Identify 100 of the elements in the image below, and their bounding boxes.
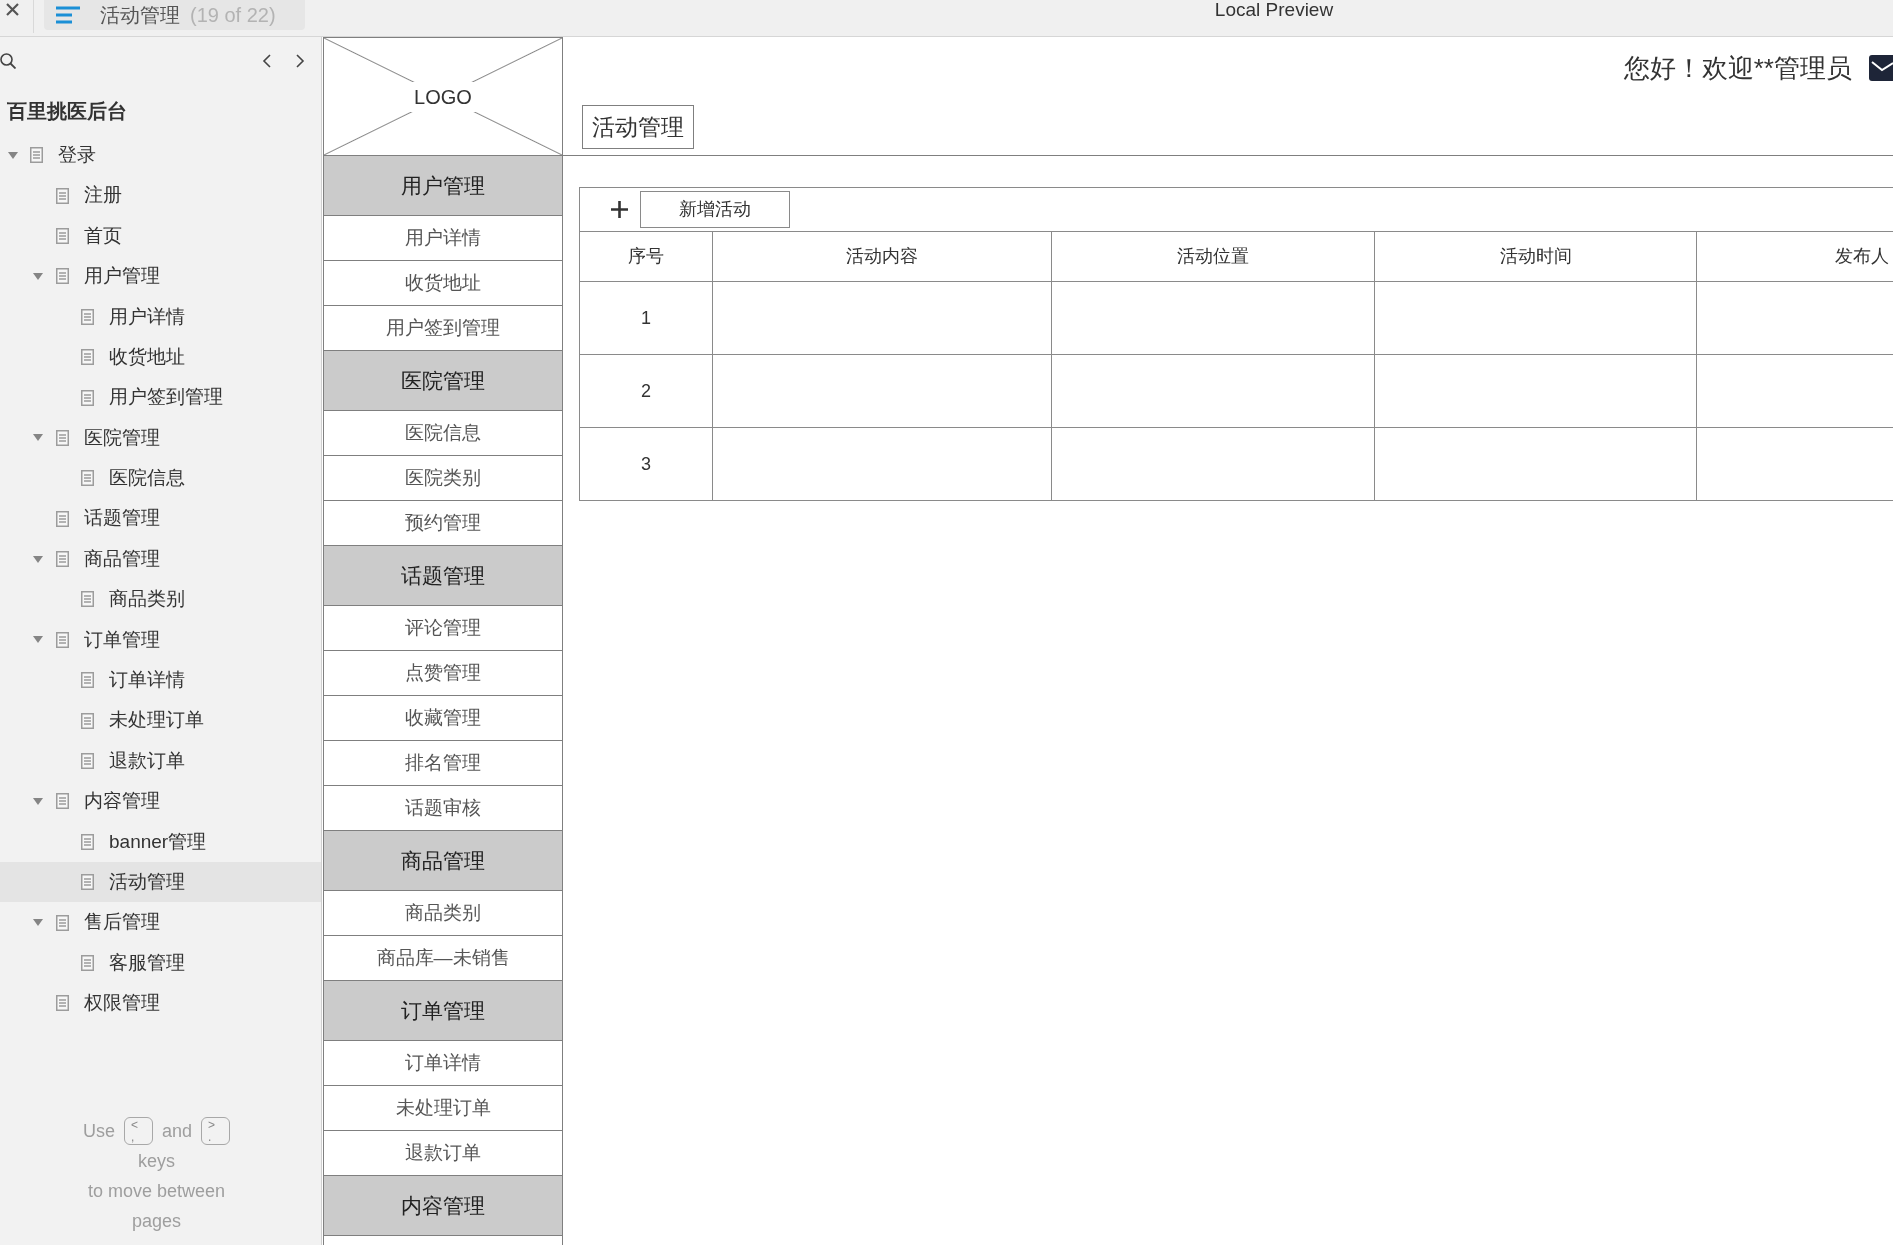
key-cap: > . [201,1117,231,1145]
hint-text: pages [131,1210,181,1233]
nav-item[interactable]: 收藏管理 [323,696,563,741]
page-icon [55,995,69,1012]
nav-item[interactable]: 预约管理 [323,501,563,546]
page-icon [55,268,69,285]
hint-text: Use [82,1120,115,1143]
nav-group-header[interactable]: 商品管理 [323,831,563,891]
tree-item[interactable]: 收货地址 [0,336,321,378]
nav-item[interactable]: 商品类别 [323,891,563,936]
page-icon [55,914,69,931]
column-header: 活动内容 [713,232,1052,282]
nav-item[interactable]: 收货地址 [323,261,563,306]
page-icon [55,187,69,204]
tree-item[interactable]: 内容管理 [0,781,321,822]
page-icon [81,389,94,406]
tree-item[interactable]: 首页 [0,215,321,257]
caret-down-icon[interactable] [33,797,43,805]
hint-text: and [162,1120,193,1143]
tree-item[interactable]: banner管理 [0,821,321,863]
search-icon[interactable] [0,53,16,69]
nav-item[interactable]: 用户详情 [323,216,563,261]
column-header: 活动位置 [1052,232,1375,282]
chevron-right-icon[interactable] [296,54,305,68]
page-icon [81,672,94,689]
nav-group-header[interactable]: 医院管理 [323,351,563,411]
column-header: 序号 [580,232,713,282]
nav-item[interactable]: 排名管理 [323,741,563,786]
nav-item[interactable]: 话题审核 [323,786,563,831]
add-activity-button[interactable]: 新增活动 [640,191,790,228]
tree-item[interactable]: 未处理订单 [0,700,321,741]
logo-label: LOGO [408,81,478,112]
tree-item[interactable]: 医院信息 [0,458,321,499]
caret-down-icon[interactable] [33,555,43,563]
tree-item[interactable]: 注册 [0,175,321,216]
tree-item[interactable]: 客服管理 [0,942,321,984]
column-header: 活动时间 [1375,232,1697,282]
nav-group-header[interactable]: 用户管理 [323,156,563,216]
close-icon[interactable] [6,3,19,16]
tree-item[interactable]: 话题管理 [0,498,321,539]
column-header: 发布人 [1697,232,1893,282]
page-icon [81,712,94,729]
nav-group-header[interactable]: 订单管理 [323,981,563,1041]
page-icon [55,227,69,244]
page-icon [81,874,94,891]
tree-item[interactable]: 权限管理 [0,983,321,1024]
table-cell: 3 [580,428,713,501]
nav-item[interactable]: 退款订单 [323,1131,563,1176]
page-icon [81,833,94,850]
key-cap: < , [124,1117,153,1145]
tree-item[interactable]: 订单详情 [0,660,321,701]
caret-down-icon[interactable] [33,636,43,644]
page-icon [81,349,94,366]
page-icon [81,308,94,325]
tree-item[interactable]: 登录 [0,135,321,176]
plus-icon[interactable] [611,201,628,218]
window-title: Local Preview [1214,0,1334,20]
nav-item[interactable]: 订单详情 [323,1041,563,1086]
caret-down-icon[interactable] [7,151,18,159]
nav-group-header[interactable]: 话题管理 [323,546,563,606]
caret-down-icon[interactable] [33,272,43,280]
chevron-left-icon[interactable] [262,54,271,68]
tree-item[interactable]: 退款订单 [0,740,321,782]
page-icon [81,591,94,608]
hint-text: to move between [87,1180,226,1203]
page-icon [55,429,69,446]
tree-item[interactable]: 商品管理 [0,538,321,580]
greeting-text: 您好！欢迎**管理员 [1623,53,1852,83]
tree-item[interactable]: 商品类别 [0,579,321,620]
nav-group-header[interactable]: 内容管理 [323,1176,563,1236]
table-cell: 1 [580,282,713,355]
tree-item[interactable]: 订单管理 [0,619,321,661]
tree-item[interactable]: 用户详情 [0,296,321,337]
hint-text: keys [138,1150,175,1173]
nav-item[interactable]: 商品库—未销售 [323,936,563,981]
nav-item[interactable]: 未处理订单 [323,1086,563,1131]
page-icon [55,793,69,810]
page-icon [81,470,94,487]
nav-item[interactable]: 评论管理 [323,606,563,651]
caret-down-icon[interactable] [33,434,43,442]
nav-item[interactable]: 用户签到管理 [323,306,563,351]
page-icon [55,551,69,568]
tab-title: 活动管理 [100,3,180,28]
tree-item[interactable]: 用户管理 [0,256,321,297]
mail-icon[interactable] [1869,55,1893,81]
page-icon [55,631,69,648]
page-icon [55,510,69,527]
tree-item[interactable]: 用户签到管理 [0,377,321,418]
nav-item[interactable]: 点赞管理 [323,651,563,696]
caret-down-icon[interactable] [33,919,43,927]
nav-item[interactable]: 医院信息 [323,411,563,456]
page-title: 活动管理 [582,105,694,149]
tree-item[interactable]: 医院管理 [0,417,321,459]
tree-item[interactable]: 售后管理 [0,902,321,943]
table-cell: 2 [580,355,713,428]
tree-item[interactable]: 活动管理 [0,862,321,903]
nav-item[interactable]: 医院类别 [323,456,563,501]
project-title: 百里挑医后台 [7,99,127,124]
page-icon [30,147,43,164]
menu-icon [56,6,80,24]
